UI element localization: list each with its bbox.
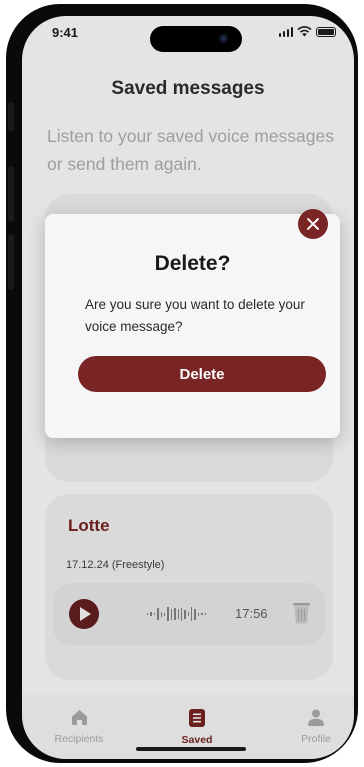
status-time: 9:41 bbox=[52, 25, 79, 40]
tab-label: Profile bbox=[301, 733, 331, 745]
screen: 9:41 Saved messages Listen to your saved… bbox=[22, 16, 354, 759]
tab-label: Saved bbox=[181, 734, 213, 746]
side-button bbox=[8, 102, 14, 132]
battery-icon bbox=[316, 26, 336, 37]
tab-recipients[interactable]: Recipients bbox=[39, 709, 119, 745]
delete-button[interactable]: Delete bbox=[78, 356, 326, 392]
page-title: Saved messages bbox=[111, 78, 265, 99]
side-button bbox=[8, 166, 14, 222]
tab-profile[interactable]: Profile bbox=[276, 709, 354, 745]
close-icon[interactable] bbox=[298, 209, 328, 239]
tab-label: Recipients bbox=[54, 733, 104, 745]
page-subtitle: Listen to your saved voice messages or s… bbox=[47, 126, 334, 174]
message-date: 17.12.24 (Freestyle) bbox=[66, 559, 165, 571]
status-icons bbox=[278, 26, 336, 37]
wifi-icon bbox=[297, 26, 312, 37]
tab-bar: Recipients Saved Profile bbox=[22, 695, 354, 759]
waveform-icon bbox=[147, 602, 207, 626]
dynamic-island bbox=[150, 26, 242, 52]
phone-frame: 9:41 Saved messages Listen to your saved… bbox=[6, 4, 358, 763]
recipient-name: Lotte bbox=[68, 516, 110, 535]
camera-icon bbox=[219, 34, 228, 43]
audio-player: 17:56 bbox=[53, 583, 325, 645]
trash-icon[interactable] bbox=[293, 601, 310, 625]
message-duration: 17:56 bbox=[235, 606, 268, 621]
status-bar: 9:41 bbox=[22, 16, 354, 56]
play-button[interactable] bbox=[69, 599, 99, 629]
dialog-message: Are you sure you want to delete your voi… bbox=[85, 297, 305, 334]
delete-dialog: Delete? Are you sure you want to delete … bbox=[45, 214, 340, 438]
side-button bbox=[8, 234, 14, 290]
home-indicator[interactable] bbox=[136, 747, 246, 751]
signal-icon bbox=[278, 26, 293, 37]
tab-saved[interactable]: Saved bbox=[157, 709, 237, 746]
saved-icon bbox=[189, 709, 205, 727]
dialog-title: Delete? bbox=[154, 252, 231, 275]
profile-icon bbox=[308, 709, 324, 726]
home-icon bbox=[71, 710, 87, 725]
